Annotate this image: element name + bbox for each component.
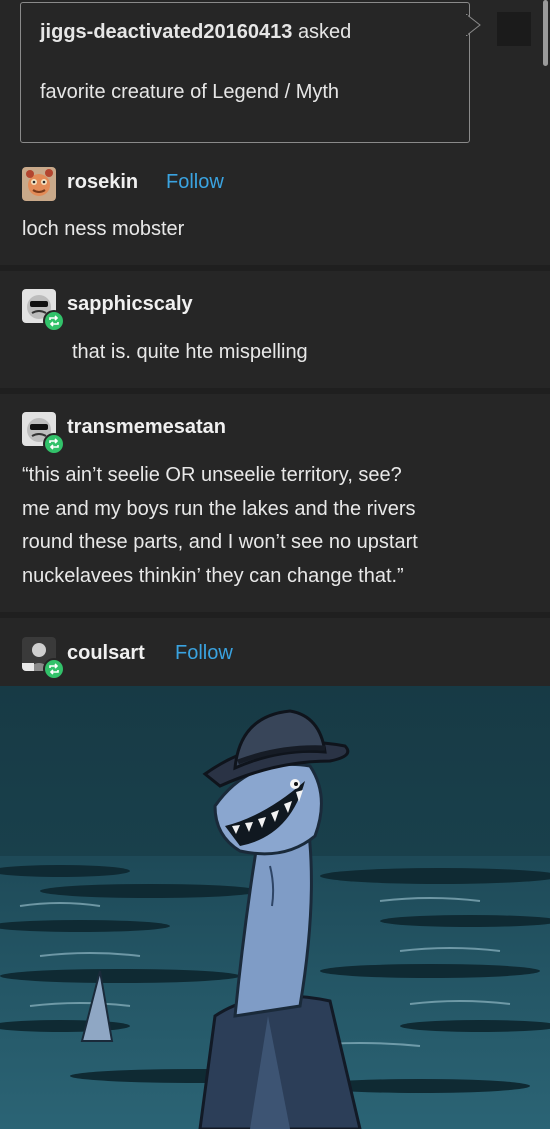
post-text-line: “this ain’t seelie OR unseelie territory… (22, 464, 402, 486)
reblog-icon (49, 438, 59, 450)
post-divider (0, 388, 550, 394)
post-text: “this ain’t seelie OR unseelie territory… (22, 459, 418, 593)
reblog-icon (49, 663, 59, 675)
asker-avatar[interactable] (497, 12, 531, 46)
avatar[interactable] (22, 167, 56, 201)
post-text-line: round these parts, and I won’t see no up… (22, 531, 418, 553)
ask-header: jiggs-deactivated20160413 asked (40, 21, 351, 44)
post-text-line: nuckelavees thinkin’ they can change tha… (22, 564, 404, 587)
post-username[interactable]: rosekin (67, 171, 138, 194)
asked-label: asked (297, 21, 352, 43)
post-username[interactable]: coulsart (67, 642, 145, 665)
asker-username[interactable]: jiggs-deactivated20160413 (40, 21, 292, 43)
reblog-icon (49, 315, 59, 327)
post-text: loch ness mobster (22, 218, 185, 240)
follow-button[interactable]: Follow (166, 171, 224, 194)
follow-button[interactable]: Follow (175, 642, 233, 665)
ask-question: favorite creature of Legend / Myth (40, 81, 340, 103)
post-username[interactable]: transmemesatan (67, 416, 226, 439)
rosekin-avatar-icon (22, 167, 56, 201)
post-text-line: me and my boys run the lakes and the riv… (22, 497, 416, 520)
ask-bubble-tail (466, 14, 481, 36)
post-divider (0, 612, 550, 618)
post-username[interactable]: sapphicscaly (67, 293, 193, 316)
post-artwork-image[interactable] (0, 686, 550, 1129)
reblog-badge (43, 658, 65, 680)
post-text: that is. quite hte mispelling (72, 341, 308, 363)
post-divider (0, 265, 550, 271)
reblog-badge (43, 433, 65, 455)
scrollbar[interactable] (543, 0, 548, 66)
reblog-badge (43, 310, 65, 332)
